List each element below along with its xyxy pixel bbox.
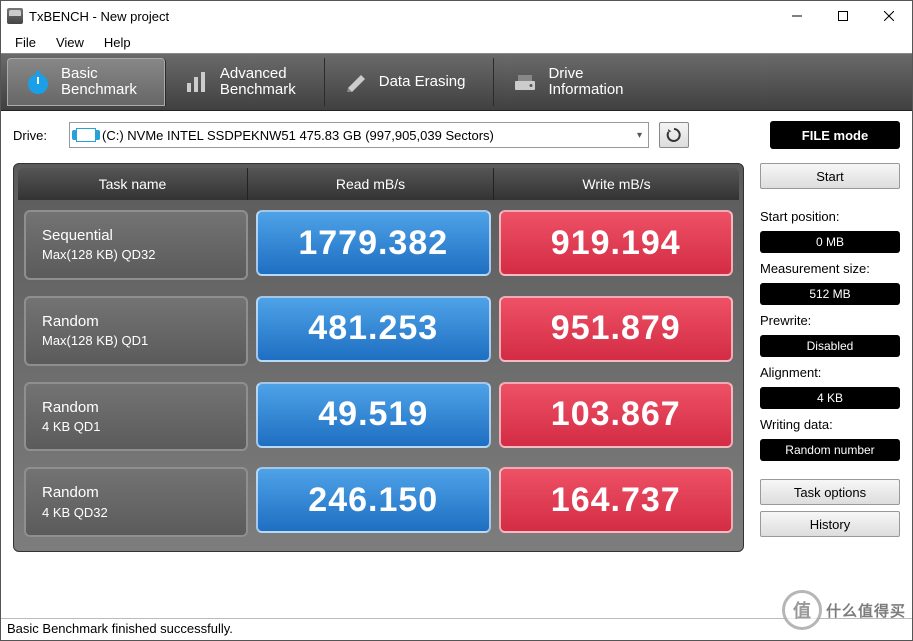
tab-basic-line1: Basic xyxy=(61,66,137,83)
refresh-button[interactable] xyxy=(659,122,689,148)
drive-icon xyxy=(512,69,538,95)
result-row: Random Max(128 KB) QD1 481.253 951.879 xyxy=(14,296,743,366)
minimize-button[interactable] xyxy=(774,1,820,31)
tab-basic-line2: Benchmark xyxy=(61,82,137,99)
disk-icon xyxy=(76,128,96,142)
close-button[interactable] xyxy=(866,1,912,31)
main-area: Task name Read mB/s Write mB/s Sequentia… xyxy=(1,155,912,552)
chevron-down-icon: ▾ xyxy=(637,130,642,141)
alignment-label: Alignment: xyxy=(760,363,900,381)
tabstrip: Basic Benchmark Advanced Benchmark Data … xyxy=(1,53,912,111)
write-value: 919.194 xyxy=(499,210,734,276)
prewrite-value: Disabled xyxy=(760,335,900,357)
menu-file[interactable]: File xyxy=(7,33,44,52)
drive-selected-text: (C:) NVMe INTEL SSDPEKNW51 475.83 GB (99… xyxy=(102,128,494,143)
watermark-text: 什么值得买 xyxy=(826,600,906,621)
window-controls xyxy=(774,1,912,31)
result-row: Random 4 KB QD32 246.150 164.737 xyxy=(14,467,743,537)
header-write: Write mB/s xyxy=(494,168,739,200)
results-panel: Task name Read mB/s Write mB/s Sequentia… xyxy=(13,163,744,552)
result-row: Sequential Max(128 KB) QD32 1779.382 919… xyxy=(14,210,743,280)
maximize-button[interactable] xyxy=(820,1,866,31)
menu-view[interactable]: View xyxy=(48,33,92,52)
alignment-value: 4 KB xyxy=(760,387,900,409)
results-header: Task name Read mB/s Write mB/s xyxy=(18,168,739,200)
read-value: 481.253 xyxy=(256,296,491,362)
file-mode-button[interactable]: FILE mode xyxy=(770,121,900,149)
history-button[interactable]: History xyxy=(760,511,900,537)
minimize-icon xyxy=(792,11,802,21)
close-icon xyxy=(884,11,894,21)
prewrite-label: Prewrite: xyxy=(760,311,900,329)
bars-icon xyxy=(184,69,210,95)
tab-info-line1: Drive xyxy=(548,66,623,83)
task-random-4kb-qd32: Random 4 KB QD32 xyxy=(24,467,248,537)
write-value: 951.879 xyxy=(499,296,734,362)
drive-select[interactable]: (C:) NVMe INTEL SSDPEKNW51 475.83 GB (99… xyxy=(69,122,649,148)
header-read: Read mB/s xyxy=(248,168,494,200)
task-random-max-qd1: Random Max(128 KB) QD1 xyxy=(24,296,248,366)
start-position-value: 0 MB xyxy=(760,231,900,253)
sidebar: Start Start position: 0 MB Measurement s… xyxy=(760,163,900,552)
app-icon xyxy=(7,8,23,24)
stopwatch-icon xyxy=(25,69,51,95)
measurement-size-value: 512 MB xyxy=(760,283,900,305)
start-position-label: Start position: xyxy=(760,207,900,225)
window-title: TxBENCH - New project xyxy=(29,9,169,24)
writing-data-value: Random number xyxy=(760,439,900,461)
maximize-icon xyxy=(838,11,848,21)
writing-data-label: Writing data: xyxy=(760,415,900,433)
status-text: Basic Benchmark finished successfully. xyxy=(7,621,233,636)
watermark: 值 什么值得买 xyxy=(782,590,906,630)
tab-advanced-line2: Benchmark xyxy=(220,82,296,99)
read-value: 246.150 xyxy=(256,467,491,533)
drive-label: Drive: xyxy=(13,128,59,143)
tab-drive-information[interactable]: Drive Information xyxy=(494,58,651,106)
menu-help[interactable]: Help xyxy=(96,33,139,52)
refresh-icon xyxy=(666,127,682,143)
result-row: Random 4 KB QD1 49.519 103.867 xyxy=(14,382,743,452)
statusbar: Basic Benchmark finished successfully. xyxy=(1,618,912,640)
task-sequential-qd32: Sequential Max(128 KB) QD32 xyxy=(24,210,248,280)
task-options-button[interactable]: Task options xyxy=(760,479,900,505)
drive-row: Drive: (C:) NVMe INTEL SSDPEKNW51 475.83… xyxy=(1,111,912,155)
tab-info-line2: Information xyxy=(548,82,623,99)
watermark-badge: 值 xyxy=(782,590,822,630)
tab-advanced-line1: Advanced xyxy=(220,66,296,83)
eraser-icon xyxy=(343,69,369,95)
read-value: 1779.382 xyxy=(256,210,491,276)
tab-basic-benchmark[interactable]: Basic Benchmark xyxy=(7,58,166,106)
tab-advanced-benchmark[interactable]: Advanced Benchmark xyxy=(166,58,325,106)
titlebar: TxBENCH - New project xyxy=(1,1,912,31)
tab-data-erasing[interactable]: Data Erasing xyxy=(325,58,495,106)
measurement-size-label: Measurement size: xyxy=(760,259,900,277)
start-button[interactable]: Start xyxy=(760,163,900,189)
menubar: File View Help xyxy=(1,31,912,53)
task-random-4kb-qd1: Random 4 KB QD1 xyxy=(24,382,248,452)
header-task: Task name xyxy=(18,168,248,200)
write-value: 164.737 xyxy=(499,467,734,533)
write-value: 103.867 xyxy=(499,382,734,448)
read-value: 49.519 xyxy=(256,382,491,448)
tab-erasing-label: Data Erasing xyxy=(379,74,466,91)
